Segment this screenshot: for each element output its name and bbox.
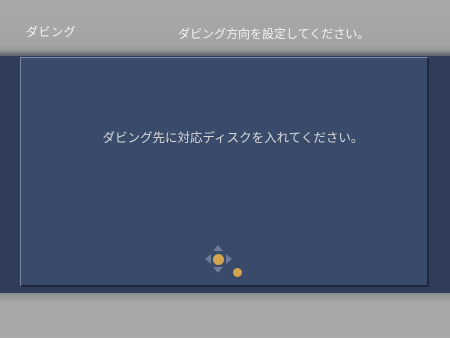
mode-title: ダビング <box>26 25 77 39</box>
dubbing-screen: ダビング ダビング方向を設定してください。 ダビング先に対応ディスクを入れてくだ… <box>0 0 450 338</box>
header-instruction: ダビング方向を設定してください。 <box>178 27 370 41</box>
dpad-icon <box>203 244 233 274</box>
footer-bar <box>0 293 450 338</box>
header-shadow <box>0 50 450 56</box>
return-icon <box>233 268 242 277</box>
enter-icon <box>213 254 224 265</box>
arrow-right-icon <box>226 254 232 264</box>
dialog-panel: ダビング先に対応ディスクを入れてください。 <box>20 57 429 287</box>
arrow-up-icon <box>213 245 223 251</box>
arrow-down-icon <box>213 267 223 273</box>
arrow-left-icon <box>205 254 211 264</box>
header-bar: ダビング ダビング方向を設定してください。 <box>0 0 450 56</box>
dialog-message: ダビング先に対応ディスクを入れてください。 <box>102 130 364 145</box>
